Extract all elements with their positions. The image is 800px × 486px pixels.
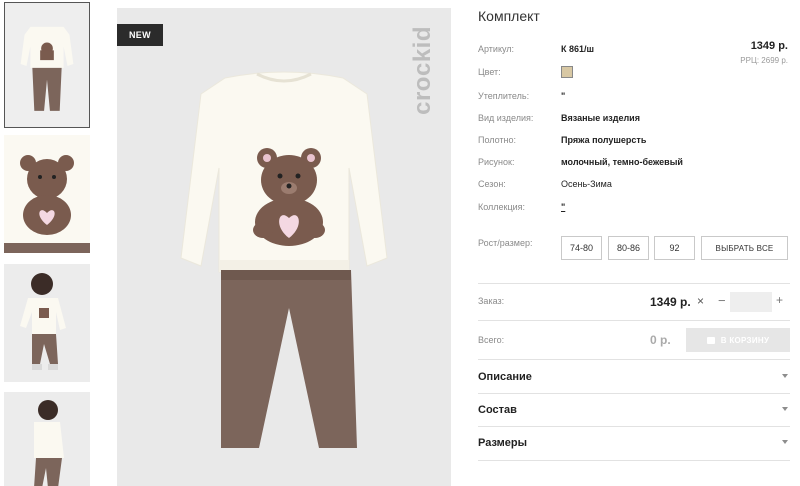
attr-collection: Коллекция: " bbox=[478, 202, 790, 216]
chevron-down-icon bbox=[782, 374, 788, 378]
attr-value: Вязаные изделия bbox=[561, 113, 640, 123]
quantity-decrement-button[interactable]: − bbox=[718, 293, 726, 308]
attr-label: Коллекция: bbox=[478, 202, 526, 212]
thumbnail-3-image bbox=[4, 264, 90, 382]
attr-label: Полотно: bbox=[478, 135, 517, 145]
brand-logo: crockid bbox=[409, 26, 436, 115]
product-photo bbox=[117, 8, 451, 486]
total-label: Всего: bbox=[478, 335, 505, 345]
cart-icon bbox=[706, 336, 715, 344]
total-price: 0 р. bbox=[650, 333, 671, 347]
order-price: 1349 р. bbox=[650, 295, 691, 309]
attr-value: Пряжа полушерсть bbox=[561, 135, 647, 145]
accordion-description[interactable]: Описание bbox=[478, 371, 790, 391]
thumbnail-2[interactable] bbox=[4, 135, 90, 253]
size-option-80-86[interactable]: 80-86 bbox=[608, 236, 649, 260]
divider bbox=[478, 283, 790, 284]
attr-article: Артикул: К 861/ш bbox=[478, 44, 790, 58]
attr-label: Цвет: bbox=[478, 67, 501, 77]
collection-link[interactable]: " bbox=[561, 202, 565, 212]
thumbnail-3[interactable] bbox=[4, 264, 90, 382]
attr-label: Сезон: bbox=[478, 179, 506, 189]
times-sign: × bbox=[697, 294, 705, 308]
order-label: Заказ: bbox=[478, 296, 505, 306]
attr-season: Сезон: Осень-Зима bbox=[478, 179, 790, 193]
chevron-down-icon bbox=[782, 440, 788, 444]
quantity-input[interactable] bbox=[730, 292, 772, 312]
attr-label: Вид изделия: bbox=[478, 113, 534, 123]
attr-label: Рисунок: bbox=[478, 157, 515, 167]
accordion-title: Описание bbox=[478, 371, 532, 383]
add-to-cart-label: В КОРЗИНУ bbox=[720, 335, 770, 345]
divider bbox=[478, 359, 790, 360]
attr-color: Цвет: bbox=[478, 66, 790, 81]
divider bbox=[478, 393, 790, 394]
divider bbox=[478, 460, 790, 461]
attr-value: Осень-Зима bbox=[561, 179, 612, 189]
thumbnail-4-image bbox=[4, 392, 90, 486]
attr-value: К 861/ш bbox=[561, 44, 595, 54]
add-to-cart-button[interactable]: В КОРЗИНУ bbox=[686, 328, 790, 352]
size-option-74-80[interactable]: 74-80 bbox=[561, 236, 602, 260]
attr-value: " bbox=[561, 91, 566, 101]
attr-pattern: Рисунок: молочный, темно-бежевый bbox=[478, 157, 790, 171]
attr-insulation: Утеплитель: " bbox=[478, 91, 790, 105]
color-swatch[interactable] bbox=[561, 66, 573, 78]
attr-label: Артикул: bbox=[478, 44, 515, 54]
divider bbox=[478, 320, 790, 321]
product-title: Комплект bbox=[478, 8, 540, 24]
attr-label: Утеплитель: bbox=[478, 91, 530, 101]
attr-type: Вид изделия: Вязаные изделия bbox=[478, 113, 790, 127]
size-option-92[interactable]: 92 bbox=[654, 236, 695, 260]
product-details: Комплект 1349 р. РРЦ: 2699 р. Артикул: К… bbox=[478, 0, 790, 486]
accordion-title: Размеры bbox=[478, 437, 528, 449]
sizes-label: Рост/размер: bbox=[478, 238, 533, 248]
thumbnail-1-image bbox=[5, 3, 89, 127]
attr-value: молочный, темно-бежевый bbox=[561, 157, 683, 167]
thumbnail-4[interactable] bbox=[4, 392, 90, 486]
main-product-image[interactable]: NEW crockid bbox=[117, 8, 451, 486]
quantity-increment-button[interactable]: + bbox=[776, 293, 783, 307]
select-all-button[interactable]: ВЫБРАТЬ ВСЕ bbox=[701, 236, 788, 260]
accordion-sizes[interactable]: Размеры bbox=[478, 437, 790, 457]
chevron-down-icon bbox=[782, 407, 788, 411]
accordion-composition[interactable]: Состав bbox=[478, 404, 790, 424]
new-badge: NEW bbox=[117, 24, 163, 46]
accordion-title: Состав bbox=[478, 404, 517, 416]
attr-fabric: Полотно: Пряжа полушерсть bbox=[478, 135, 790, 149]
thumbnail-1[interactable] bbox=[4, 2, 90, 128]
divider bbox=[478, 426, 790, 427]
thumbnail-2-image bbox=[4, 135, 90, 253]
